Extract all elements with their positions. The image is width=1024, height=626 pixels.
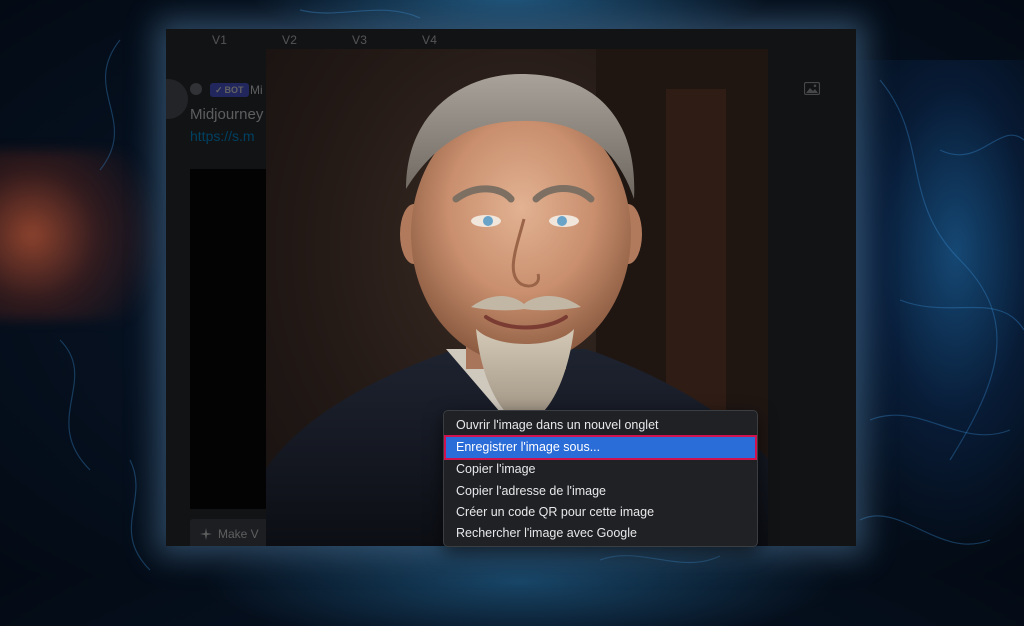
menu-item-create-qr-code[interactable]: Créer un code QR pour cette image	[444, 502, 757, 523]
tab-v1[interactable]: V1	[212, 33, 227, 47]
bot-icon	[190, 83, 202, 95]
make-variations-label: Make V	[218, 527, 259, 541]
tab-v2[interactable]: V2	[282, 33, 297, 47]
context-menu: Ouvrir l'image dans un nouvel onglet Enr…	[443, 410, 758, 547]
menu-item-save-image-as[interactable]: Enregistrer l'image sous...	[444, 435, 757, 461]
menu-item-copy-image[interactable]: Copier l'image	[444, 459, 757, 480]
menu-item-search-image-google[interactable]: Rechercher l'image avec Google	[444, 523, 757, 544]
menu-item-open-image-new-tab[interactable]: Ouvrir l'image dans un nouvel onglet	[444, 415, 757, 436]
checkmark-icon: ✓	[215, 85, 223, 95]
message-link[interactable]: https://s.m	[190, 128, 255, 144]
tab-v4[interactable]: V4	[422, 33, 437, 47]
image-icon[interactable]	[804, 82, 820, 95]
sparkle-icon	[200, 528, 212, 540]
avatar[interactable]	[166, 79, 188, 119]
tab-v3[interactable]: V3	[352, 33, 367, 47]
bot-badge: ✓ BOT	[210, 83, 249, 97]
message-title: Midjourney	[190, 106, 264, 123]
menu-item-copy-image-address[interactable]: Copier l'adresse de l'image	[444, 481, 757, 502]
author-name[interactable]: Mi	[250, 83, 263, 97]
bot-badge-label: BOT	[224, 85, 244, 95]
